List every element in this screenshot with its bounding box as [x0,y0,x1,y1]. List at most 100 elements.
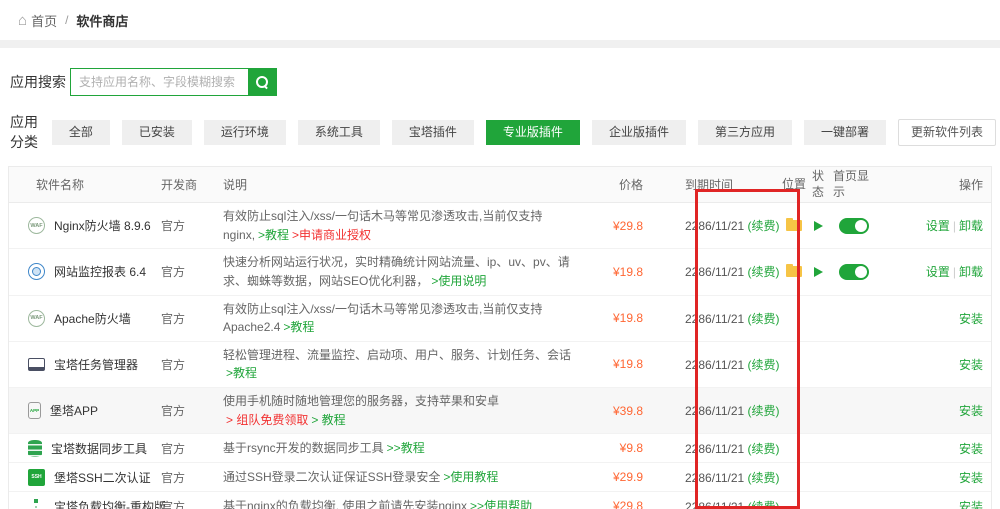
table-row: 宝塔数据同步工具 官方 基于rsync开发的数据同步工具>>教程 ¥9.8 22… [9,433,991,462]
renew-link[interactable]: (续费) [748,265,780,279]
table-row: 网站监控报表 6.4 官方 快速分析网站运行状况，实时精确统计网站流量、ip、u… [9,248,991,294]
expire-date: 2286/11/21 [685,312,748,326]
category-tab[interactable]: 系统工具 [298,120,380,145]
header-developer: 开发商 [161,174,223,195]
running-status-icon[interactable] [814,267,823,277]
running-status-icon[interactable] [814,221,823,231]
price-cell: ¥39.8 [581,404,649,418]
load-balancer-icon [28,498,45,509]
expire-cell: 2286/11/21 (续费) [649,263,781,280]
category-tab[interactable]: 运行环境 [204,120,286,145]
search-input[interactable] [70,68,248,96]
description-text: 轻松管理进程、流量监控、启动项、用户、服务、计划任务、会话 [223,348,571,362]
category-tab[interactable]: 第三方应用 [698,120,792,145]
action-separator: | [953,265,956,279]
search-icon [256,76,269,89]
folder-icon[interactable] [786,266,802,277]
install-link[interactable]: 安装 [959,358,983,372]
price-cell: ¥29.9 [581,470,649,484]
expire-cell: 2286/11/21 (续费) [649,469,781,486]
table-row: APP 堡塔APP 官方 使用手机随时随地管理您的服务器，支持苹果和安卓> 组队… [9,387,991,433]
price-cell: ¥19.8 [581,311,649,325]
install-link[interactable]: 安装 [959,404,983,418]
renew-link[interactable]: (续费) [748,358,780,372]
action-cell: 安装 [879,440,991,457]
expire-cell: 2286/11/21 (续费) [649,498,781,509]
homepage-display-toggle[interactable] [839,218,869,234]
header-home-display: 首页显示 [829,167,879,202]
price-cell: ¥19.8 [581,357,649,371]
app-name: 宝塔任务管理器 [54,356,138,373]
description-cell: 使用手机随时随地管理您的服务器，支持苹果和安卓> 组队免费领取> 教程 [223,388,581,433]
header-action: 操作 [879,174,991,195]
description-link[interactable]: >教程 [226,366,257,380]
description-link[interactable]: >申请商业授权 [292,228,371,242]
renew-link[interactable]: (续费) [748,442,780,456]
category-label: 应用分类 [10,112,52,152]
table-row: WAF Nginx防火墙 8.9.6 官方 有效防止sql注入/xss/一句话木… [9,203,991,248]
software-name-cell: SSH 堡塔SSH二次认证 [9,469,161,486]
renew-link[interactable]: (续费) [748,219,780,233]
task-manager-icon [28,358,45,371]
app-name: Apache防火墙 [54,310,131,327]
renew-link[interactable]: (续费) [748,500,780,509]
settings-link[interactable]: 设置 [926,219,950,233]
software-name-cell: 宝塔任务管理器 [9,356,161,373]
expire-cell: 2286/11/21 (续费) [649,356,781,373]
homepage-display-toggle[interactable] [839,264,869,280]
description-text: 快速分析网站运行状况，实时精确统计网站流量、ip、uv、pv、请求、蜘蛛等数据，… [223,255,570,288]
expire-cell: 2286/11/21 (续费) [649,217,781,234]
header-status: 状态 [807,167,829,202]
ssh-icon: SSH [28,469,45,486]
table-row: 宝塔负载均衡-重构版 官方 基于nginx的负载均衡, 使用之前请先安装ngin… [9,491,991,509]
waf-icon: WAF [28,310,45,327]
renew-link[interactable]: (续费) [748,404,780,418]
category-tab[interactable]: 企业版插件 [592,120,686,145]
app-icon: APP [28,402,41,419]
developer-cell: 官方 [161,263,223,280]
renew-link[interactable]: (续费) [748,312,780,326]
install-link[interactable]: 安装 [959,500,983,509]
category-tab[interactable]: 已安装 [122,120,192,145]
description-link[interactable]: > 组队免费领取 [226,413,308,427]
description-link[interactable]: >>使用帮助 [470,499,532,509]
description-link[interactable]: >使用教程 [443,470,498,484]
description-link[interactable]: >使用说明 [431,274,486,288]
install-link[interactable]: 安装 [959,471,983,485]
description-cell: 有效防止sql注入/xss/一句话木马等常见渗透攻击,当前仅支持nginx,>教… [223,203,581,248]
category-tab[interactable]: 全部 [52,120,110,145]
settings-link[interactable]: 设置 [926,265,950,279]
uninstall-link[interactable]: 卸载 [959,219,983,233]
action-cell: 安装 [879,469,991,486]
breadcrumb-current: 软件商店 [76,11,128,30]
action-cell: 安装 [879,402,991,419]
software-name-cell: APP 堡塔APP [9,402,161,419]
renew-link[interactable]: (续费) [748,471,780,485]
description-link[interactable]: > 教程 [311,413,345,427]
expire-date: 2286/11/21 [685,358,748,372]
position-cell [781,220,807,231]
update-software-list-button[interactable]: 更新软件列表 [898,119,996,146]
software-name-cell: 宝塔数据同步工具 [9,440,161,457]
developer-cell: 官方 [161,440,223,457]
description-link[interactable]: >教程 [258,228,289,242]
category-tab[interactable]: 一键部署 [804,120,886,145]
category-tab-active[interactable]: 专业版插件 [486,120,580,145]
developer-cell: 官方 [161,356,223,373]
description-link[interactable]: >教程 [283,320,314,334]
folder-icon[interactable] [786,220,802,231]
search-button[interactable] [248,68,277,96]
action-cell: 设置|卸载 [879,217,991,234]
status-cell [807,267,829,277]
action-separator: | [953,219,956,233]
install-link[interactable]: 安装 [959,312,983,326]
description-link[interactable]: >>教程 [387,441,425,455]
app-category-row: 应用分类 全部已安装运行环境系统工具宝塔插件专业版插件企业版插件第三方应用一键部… [0,96,1000,152]
category-tab[interactable]: 宝塔插件 [392,120,474,145]
description-text: 基于rsync开发的数据同步工具 [223,441,384,455]
install-link[interactable]: 安装 [959,442,983,456]
software-name-cell: WAF Apache防火墙 [9,310,161,327]
uninstall-link[interactable]: 卸载 [959,265,983,279]
home-icon: ⌂ [18,12,27,29]
breadcrumb-home-link[interactable]: 首页 [31,11,57,30]
